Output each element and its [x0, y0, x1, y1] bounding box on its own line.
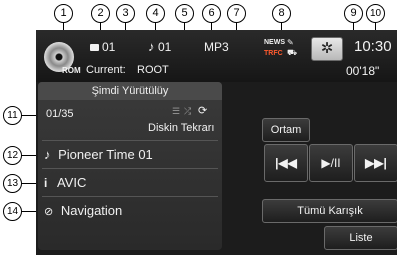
track-title: Pioneer Time 01: [58, 147, 153, 162]
callout-2: 2: [91, 4, 110, 23]
play-pause-button[interactable]: ▶/II: [309, 144, 353, 182]
callout-6: 6: [202, 4, 221, 23]
next-button[interactable]: ▶▶|: [354, 144, 397, 182]
callout-10: 10: [366, 4, 385, 23]
callout-8: 8: [272, 4, 291, 23]
news-icon: ✎: [287, 38, 294, 47]
person-icon: i: [44, 176, 48, 190]
album-row: ⊘ Navigation: [44, 200, 214, 222]
music-note-icon: ♪: [148, 39, 155, 54]
callout-14: 14: [3, 202, 22, 221]
callout-4: 4: [146, 4, 165, 23]
callout-1: 1: [54, 4, 73, 23]
album-name: Navigation: [60, 203, 123, 218]
trfc-label: TRFC: [264, 50, 283, 57]
callout-3: 3: [116, 4, 135, 23]
disc-small-icon: ⊘: [44, 206, 54, 218]
previous-icon: |◀◀: [275, 156, 297, 170]
divider: [42, 140, 218, 141]
folder-icon: [90, 44, 99, 51]
list-button[interactable]: Liste: [324, 226, 397, 250]
repeat-mode-label: Diskin Tekrarı: [148, 122, 215, 134]
source-button[interactable]: Ortam: [262, 118, 310, 142]
device-screen: ROM 01 ♪ 01 MP3 Current: ROOT NEWS ✎ TRF…: [36, 30, 397, 255]
disc-type-label: ROM: [62, 66, 81, 75]
repeat-icon[interactable]: ⟳: [198, 104, 207, 117]
track-title-row: ♪ Pioneer Time 01: [44, 144, 214, 166]
callout-12: 12: [3, 146, 22, 165]
callout-11: 11: [3, 106, 22, 125]
current-label: Current:: [86, 64, 126, 76]
artist-row: i AVIC: [44, 172, 214, 194]
callout-13: 13: [3, 174, 22, 193]
shuffle-icon: ⤮: [184, 106, 192, 116]
callout-7: 7: [227, 4, 246, 23]
format-label: MP3: [204, 40, 229, 54]
shuffle-all-button[interactable]: Tümü Karışık: [262, 199, 397, 223]
news-label: NEWS: [264, 39, 285, 46]
track-count: 01/35: [46, 108, 74, 120]
settings-button[interactable]: ✲: [311, 37, 343, 61]
next-icon: ▶▶|: [365, 156, 387, 170]
divider: [42, 196, 218, 197]
list-icon: ☰: [172, 106, 181, 116]
elapsed-time: 00'18": [346, 64, 380, 78]
traffic-car-icon: ⛟: [287, 48, 298, 57]
play-pause-icon: ▶/II: [321, 156, 341, 170]
callout-9: 9: [344, 4, 363, 23]
artist-name: AVIC: [56, 175, 87, 190]
divider: [42, 168, 218, 169]
track-number: 01: [158, 40, 172, 54]
previous-button[interactable]: |◀◀: [264, 144, 308, 182]
clock: 10:30: [354, 38, 392, 55]
music-note-icon: ♪: [44, 147, 51, 162]
gear-icon: ✲: [320, 40, 334, 57]
current-folder: ROOT: [137, 64, 169, 76]
folder-number: 01: [102, 40, 116, 54]
now-playing-title: Şimdi Yürütülüy: [38, 82, 222, 100]
callout-5: 5: [175, 4, 194, 23]
